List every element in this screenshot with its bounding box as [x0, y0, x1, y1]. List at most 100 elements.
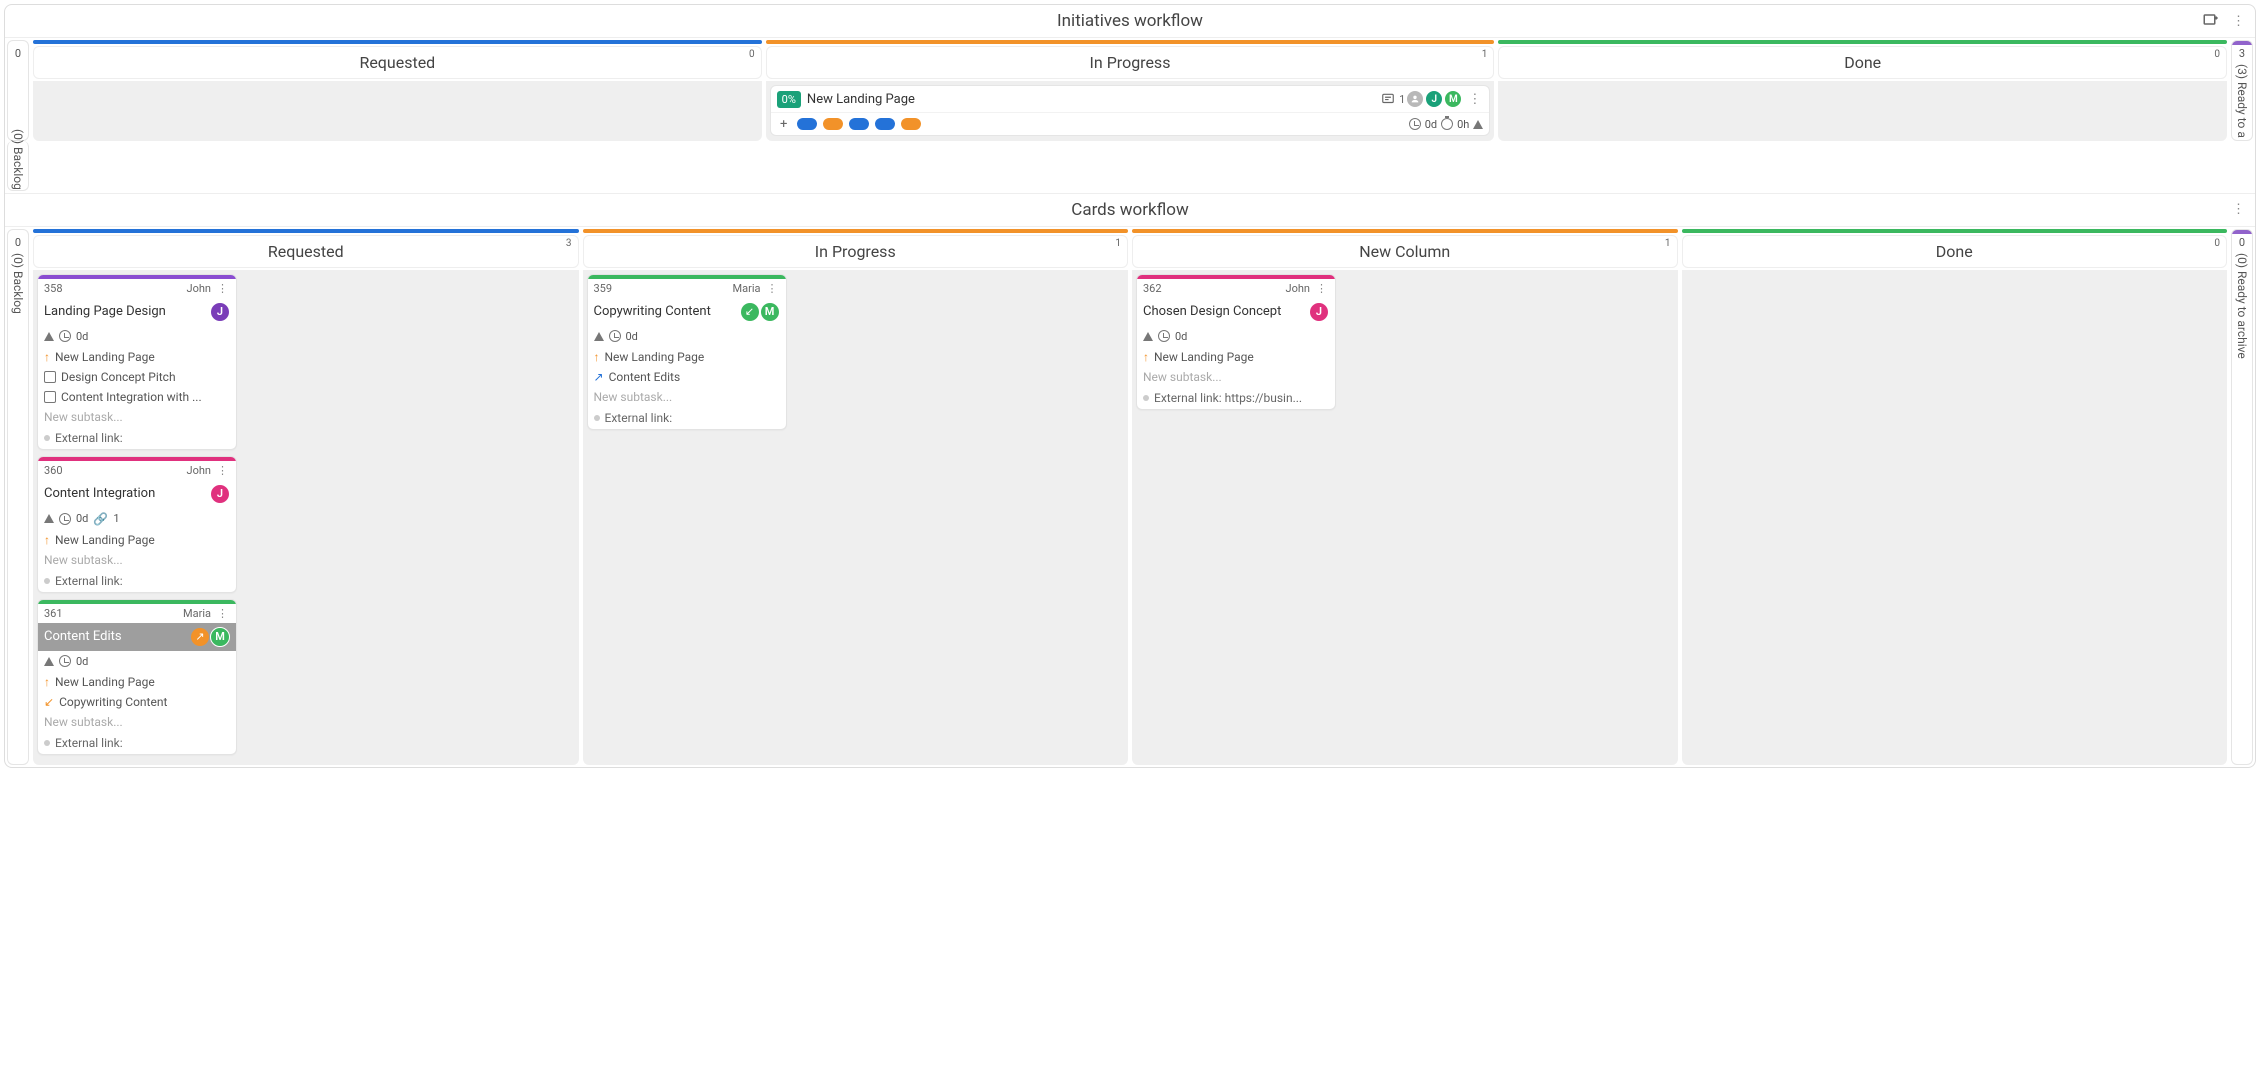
avatar-j[interactable]: J: [1309, 302, 1329, 322]
stopwatch-icon: [1441, 118, 1453, 130]
initiatives-backlog-tab-ext[interactable]: (0) Backlog: [7, 141, 29, 191]
hours-value: 0h: [1457, 118, 1469, 131]
cards-archive-tab[interactable]: 0 (0) Ready to archive: [2231, 229, 2253, 765]
col-body[interactable]: 362 John ⋮ Chosen Design Concept J 0d: [1132, 270, 1678, 765]
card-menu-icon[interactable]: ⋮: [765, 282, 780, 295]
card-title: Copywriting Content: [594, 304, 737, 319]
parent-link[interactable]: New Landing Page: [55, 675, 155, 689]
col-header[interactable]: In Progress 1: [583, 235, 1129, 268]
workflow-settings-icon[interactable]: [2202, 12, 2220, 30]
task-card-359[interactable]: 359 Maria ⋮ Copywriting Content ↙ M: [587, 274, 787, 430]
child-pill[interactable]: [875, 118, 895, 130]
external-link[interactable]: External link: https://busin...: [1154, 391, 1302, 405]
initiative-title: New Landing Page: [807, 92, 1375, 107]
parent-link[interactable]: New Landing Page: [55, 533, 155, 547]
external-link[interactable]: External link:: [55, 736, 123, 750]
new-subtask-input[interactable]: New subtask...: [588, 387, 786, 407]
initiative-card[interactable]: 0% New Landing Page 1 J M ⋮: [770, 85, 1491, 136]
task-card-361[interactable]: 361 Maria ⋮ Content Edits ↗ M 0d: [37, 599, 237, 755]
col-body[interactable]: 0% New Landing Page 1 J M ⋮: [766, 81, 1495, 141]
parent-link[interactable]: New Landing Page: [605, 350, 705, 364]
col-header-inprogress[interactable]: In Progress 1: [766, 46, 1495, 79]
avatar-j[interactable]: J: [1425, 90, 1443, 108]
archive-label: (0) Ready to archive: [2235, 253, 2249, 359]
col-title: Requested: [359, 53, 435, 72]
col-count: 0: [749, 49, 755, 60]
col-bar: [1682, 229, 2228, 233]
add-child-icon[interactable]: +: [777, 117, 791, 131]
new-subtask-input[interactable]: New subtask...: [38, 550, 236, 570]
description-icon: [1381, 92, 1395, 106]
col-body[interactable]: [33, 81, 762, 141]
cards-lane: 0 (0) Backlog Requested 3 358 John: [5, 227, 2255, 767]
avatar-j[interactable]: J: [210, 302, 230, 322]
task-card-362[interactable]: 362 John ⋮ Chosen Design Concept J 0d: [1136, 274, 1336, 410]
successor-link[interactable]: Content Edits: [609, 370, 681, 384]
parent-link-icon: ↑: [594, 350, 600, 364]
card-id: 359: [594, 282, 613, 295]
subtask-label[interactable]: Content Integration with ...: [61, 390, 202, 404]
cards-title: Cards workflow: [1071, 200, 1188, 220]
col-header[interactable]: New Column 1: [1132, 235, 1678, 268]
predecessor-link[interactable]: Copywriting Content: [59, 695, 167, 709]
card-title: Chosen Design Concept: [1143, 304, 1308, 319]
col-body[interactable]: 358 John ⋮ Landing Page Design J 0d: [33, 270, 579, 765]
card-menu-icon[interactable]: ⋮: [1466, 92, 1483, 107]
cards-col-newcolumn: New Column 1 362 John ⋮ Chosen Design Co…: [1132, 229, 1678, 765]
new-subtask-input[interactable]: New subtask...: [1137, 367, 1335, 387]
cards-menu-icon[interactable]: ⋮: [2230, 202, 2247, 217]
initiatives-backlog-tab[interactable]: 0: [7, 40, 29, 141]
subtask-label[interactable]: Design Concept Pitch: [61, 370, 176, 384]
child-pill[interactable]: [849, 118, 869, 130]
external-link[interactable]: External link:: [55, 431, 123, 445]
card-menu-icon[interactable]: ⋮: [215, 464, 230, 477]
card-menu-icon[interactable]: ⋮: [215, 607, 230, 620]
avatar[interactable]: [1406, 90, 1424, 108]
avatar-m[interactable]: M: [760, 302, 780, 322]
child-pill[interactable]: [901, 118, 921, 130]
cards-backlog-tab[interactable]: 0 (0) Backlog: [7, 229, 29, 765]
child-pill[interactable]: [797, 118, 817, 130]
link-in-icon: ↙: [741, 303, 759, 321]
external-link[interactable]: External link:: [605, 411, 673, 425]
card-owner: Maria: [183, 607, 211, 620]
avatar-m[interactable]: M: [210, 627, 230, 647]
col-header[interactable]: Requested 3: [33, 235, 579, 268]
col-title: Done: [1844, 53, 1881, 72]
days-value: 0d: [1175, 330, 1187, 343]
parent-link[interactable]: New Landing Page: [1154, 350, 1254, 364]
col-body[interactable]: [1682, 270, 2228, 765]
init-col-requested: Requested 0: [33, 40, 762, 141]
parent-link[interactable]: New Landing Page: [55, 350, 155, 364]
col-body[interactable]: 359 Maria ⋮ Copywriting Content ↙ M: [583, 270, 1129, 765]
external-link[interactable]: External link:: [55, 574, 123, 588]
avatar-m[interactable]: M: [1444, 90, 1462, 108]
child-pill[interactable]: [823, 118, 843, 130]
col-body[interactable]: [1498, 81, 2227, 141]
card-title: Content Edits: [44, 629, 187, 644]
card-menu-icon[interactable]: ⋮: [1314, 282, 1329, 295]
new-subtask-input[interactable]: New subtask...: [38, 712, 236, 732]
avatar-j[interactable]: J: [210, 484, 230, 504]
clock-icon: [1158, 330, 1170, 342]
checkbox-icon[interactable]: [44, 371, 56, 383]
task-card-360[interactable]: 360 John ⋮ Content Integration J 0d: [37, 456, 237, 593]
col-title: In Progress: [815, 242, 896, 261]
card-menu-icon[interactable]: ⋮: [215, 282, 230, 295]
col-header-requested[interactable]: Requested 0: [33, 46, 762, 79]
col-header-done[interactable]: Done 0: [1498, 46, 2227, 79]
new-subtask-input[interactable]: New subtask...: [38, 407, 236, 427]
initiatives-archive-tab[interactable]: 3 (3) Ready to a: [2231, 40, 2253, 141]
cards-col-done: Done 0: [1682, 229, 2228, 765]
clock-icon: [59, 513, 71, 525]
initiatives-menu-icon[interactable]: ⋮: [2230, 14, 2247, 29]
task-card-358[interactable]: 358 John ⋮ Landing Page Design J 0d: [37, 274, 237, 450]
parent-link-icon: ↑: [1143, 350, 1149, 364]
checkbox-icon[interactable]: [44, 391, 56, 403]
link-dot-icon: [594, 415, 600, 421]
backlog-label: (0) Backlog: [11, 253, 25, 314]
priority-icon: [44, 514, 54, 523]
attach-count: 1: [113, 512, 119, 525]
col-header[interactable]: Done 0: [1682, 235, 2228, 268]
desc-count: 1: [1399, 93, 1405, 106]
